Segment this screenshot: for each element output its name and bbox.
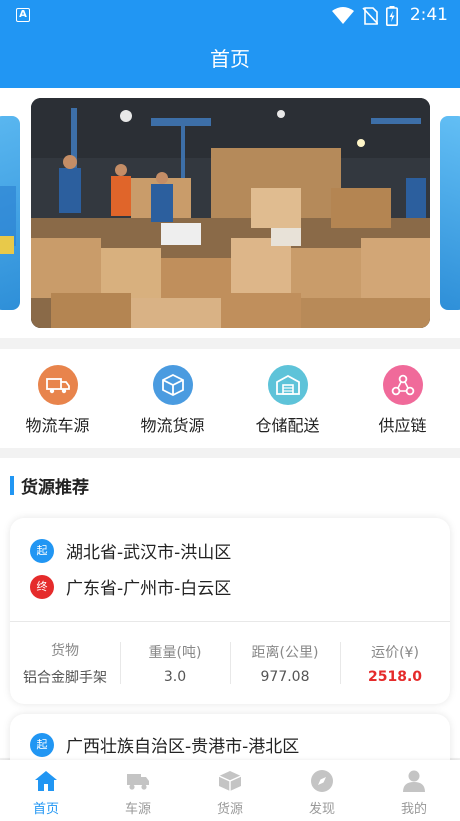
- status-icons: [332, 6, 398, 26]
- banner-image[interactable]: [31, 98, 430, 328]
- no-sim-icon: [362, 7, 378, 25]
- page-title: 首页: [210, 47, 250, 71]
- category-warehouse-delivery[interactable]: 仓储配送: [230, 349, 345, 448]
- section-title: 货源推荐: [21, 477, 89, 498]
- stat-price: 运价(¥) 2518.0: [340, 622, 450, 704]
- network-icon: [382, 365, 423, 405]
- nav-home[interactable]: 首页: [0, 760, 92, 821]
- banner-next-slide[interactable]: [440, 116, 460, 310]
- person-icon: [401, 768, 427, 794]
- category-grid: 物流车源 物流货源 仓储配送 供应链: [0, 349, 460, 448]
- stat-value: 铝合金脚手架: [23, 669, 107, 686]
- cargo-stats: 货物 铝合金脚手架 重量(吨) 3.0 距离(公里) 977.08 运价(¥) …: [10, 622, 450, 704]
- category-supply-chain[interactable]: 供应链: [345, 349, 460, 448]
- cargo-card[interactable]: 起 湖北省-武汉市-洪山区 终 广东省-广州市-白云区 货物 铝合金脚手架 重量…: [10, 518, 450, 704]
- nav-label: 货源: [216, 802, 243, 817]
- battery-charging-icon: [386, 6, 398, 26]
- destination-address: 广东省-广州市-白云区: [66, 579, 232, 599]
- category-vehicle-source[interactable]: 物流车源: [0, 349, 115, 448]
- origin-badge: 起: [30, 538, 54, 563]
- truck-icon: [37, 365, 78, 405]
- truck-icon: [125, 768, 151, 794]
- nav-label: 我的: [400, 802, 427, 817]
- category-label: 物流车源: [25, 416, 90, 435]
- stat-header: 重量(吨): [148, 644, 202, 661]
- category-label: 物流货源: [140, 416, 205, 435]
- origin-address: 湖北省-武汉市-洪山区: [66, 543, 232, 563]
- stat-value-price: 2518.0: [367, 668, 423, 685]
- destination-row: 终 广东省-广州市-白云区: [30, 574, 231, 599]
- warehouse-parcels-photo: [31, 98, 430, 328]
- stat-distance: 距离(公里) 977.08: [230, 622, 340, 704]
- section-header: 货源推荐: [10, 474, 89, 498]
- nav-label: 发现: [308, 802, 335, 817]
- status-bar: A 2:41: [0, 0, 460, 30]
- nav-discover[interactable]: 发现: [276, 760, 368, 821]
- origin-address: 广西壮族自治区-贵港市-港北区: [66, 737, 300, 757]
- app-notification-icon: A: [16, 8, 30, 22]
- origin-row: 起 广西壮族自治区-贵港市-港北区: [30, 732, 299, 757]
- nav-label: 首页: [32, 802, 59, 817]
- stat-header: 运价(¥): [371, 644, 419, 661]
- nav-profile[interactable]: 我的: [368, 760, 460, 821]
- nav-cargo[interactable]: 货源: [184, 760, 276, 821]
- status-time: 2:41: [409, 5, 448, 25]
- stat-header: 距离(公里): [251, 644, 319, 661]
- banner-prev-slide[interactable]: [0, 116, 20, 310]
- category-label: 供应链: [378, 416, 427, 435]
- section-accent-bar: [10, 475, 14, 495]
- category-cargo-source[interactable]: 物流货源: [115, 349, 230, 448]
- app-bar: 首页: [0, 30, 460, 88]
- stat-value: 3.0: [163, 668, 187, 685]
- nav-vehicles[interactable]: 车源: [92, 760, 184, 821]
- cube-icon: [152, 365, 193, 405]
- banner-carousel[interactable]: [0, 88, 460, 338]
- destination-badge: 终: [30, 574, 54, 599]
- stat-weight: 重量(吨) 3.0: [120, 622, 230, 704]
- warehouse-icon: [267, 365, 308, 405]
- stat-value: 977.08: [260, 668, 310, 685]
- stat-header: 货物: [51, 642, 79, 659]
- wifi-icon: [332, 7, 354, 24]
- home-icon: [33, 768, 59, 794]
- bottom-nav: 首页 车源 货源 发现 我的: [0, 760, 460, 821]
- cube-icon: [217, 768, 243, 794]
- category-label: 仓储配送: [255, 416, 320, 435]
- cargo-recommend-section: 货源推荐 起 湖北省-武汉市-洪山区 终 广东省-广州市-白云区 货物 铝合金脚…: [0, 458, 460, 774]
- origin-badge: 起: [30, 732, 54, 757]
- stat-cargo: 货物 铝合金脚手架: [10, 622, 120, 704]
- origin-row: 起 湖北省-武汉市-洪山区: [30, 538, 231, 563]
- compass-icon: [309, 768, 335, 794]
- nav-label: 车源: [124, 802, 151, 817]
